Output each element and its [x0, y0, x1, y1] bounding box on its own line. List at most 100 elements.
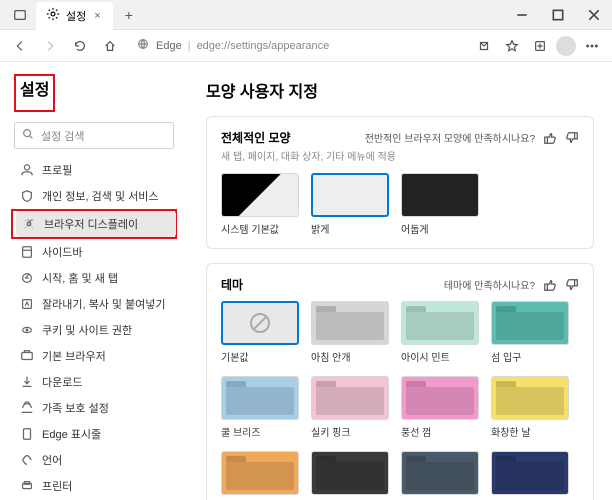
sidebar-item[interactable]: 개인 정보, 검색 및 서비스 — [14, 183, 174, 209]
sidebar-item[interactable]: 시작, 홈 및 새 탭 — [14, 265, 174, 291]
sidebar-item-icon — [22, 217, 36, 231]
none-icon — [250, 313, 270, 333]
tab-close-icon[interactable]: × — [92, 10, 102, 22]
overall-title: 전체적인 모양 — [221, 129, 291, 146]
sidebar-item[interactable]: 프로필 — [14, 157, 174, 183]
theme-option[interactable]: 기본값 — [221, 301, 299, 364]
appearance-option[interactable]: 어둡게 — [401, 173, 479, 236]
folder-icon — [402, 302, 478, 344]
theme-option-label: 실키 핑크 — [311, 424, 389, 439]
close-button[interactable] — [576, 0, 612, 30]
maximize-button[interactable] — [540, 0, 576, 30]
menu-button[interactable] — [580, 34, 604, 58]
sidebar-item[interactable]: 쿠키 및 사이트 권한 — [14, 317, 174, 343]
theme-option-label: 아침 안개 — [311, 349, 389, 364]
folder-icon — [492, 452, 568, 494]
sidebar-item[interactable]: 잘라내기, 복사 및 붙여넣기 — [14, 291, 174, 317]
sidebar-item[interactable]: 가족 보호 설정 — [14, 395, 174, 421]
new-tab-button[interactable]: + — [117, 7, 141, 23]
sidebar-item-label: 브라우저 디스플레이 — [44, 216, 138, 232]
sidebar-item-label: 기본 브라우저 — [42, 348, 106, 364]
theme-option[interactable]: 실키 핑크 — [311, 376, 389, 439]
theme-option[interactable]: 아침 안개 — [311, 301, 389, 364]
sidebar-item-icon — [20, 189, 34, 203]
sidebar-item-label: 가족 보호 설정 — [42, 400, 109, 416]
sidebar-item[interactable]: 기본 브라우저 — [14, 343, 174, 369]
sidebar-title: 설정 — [20, 76, 49, 100]
theme-option[interactable]: 달빛 — [491, 451, 569, 500]
folder-icon — [492, 377, 568, 419]
theme-option[interactable]: 풍선 껌 — [401, 376, 479, 439]
site-info-icon[interactable] — [136, 37, 150, 54]
theme-option-label: 아이시 민트 — [401, 349, 479, 364]
sidebar-item-icon — [20, 375, 34, 389]
sidebar-item[interactable]: 언어 — [14, 447, 174, 473]
theme-option-label: 쿨 브리즈 — [221, 424, 299, 439]
appearance-option-label: 시스템 기본값 — [221, 221, 299, 236]
folder-icon — [222, 377, 298, 419]
appearance-option[interactable]: 시스템 기본값 — [221, 173, 299, 236]
theme-option-label: 기본값 — [221, 349, 299, 364]
read-aloud-icon[interactable] — [472, 34, 496, 58]
settings-search[interactable]: 설정 검색 — [14, 122, 174, 149]
home-button[interactable] — [98, 34, 122, 58]
sidebar-item-label: 시작, 홈 및 새 탭 — [42, 270, 118, 286]
collections-icon[interactable] — [528, 34, 552, 58]
favorites-icon[interactable] — [500, 34, 524, 58]
folder-icon — [312, 452, 388, 494]
gear-icon — [46, 7, 60, 24]
browser-tab[interactable]: 설정 × — [36, 2, 113, 30]
url-text: edge://settings/appearance — [197, 40, 330, 52]
folder-icon — [492, 302, 568, 344]
sidebar-item-icon — [20, 427, 34, 441]
theme-option[interactable]: 아이시 민트 — [401, 301, 479, 364]
sidebar-item-icon — [20, 479, 34, 493]
theme-option[interactable]: 쿨 브리즈 — [221, 376, 299, 439]
sidebar-item-label: 프로필 — [42, 162, 72, 178]
url-scheme: Edge — [156, 40, 182, 52]
sidebar-item-icon — [20, 245, 34, 259]
tab-title: 설정 — [66, 8, 86, 24]
theme-option-label: 풍선 껌 — [401, 424, 479, 439]
thumbs-down-icon[interactable] — [565, 278, 579, 292]
theme-option[interactable]: 화창한 날 — [491, 376, 569, 439]
appearance-option-label: 어둡게 — [401, 221, 479, 236]
tab-actions-icon[interactable] — [8, 3, 32, 27]
thumbs-up-icon[interactable] — [543, 131, 557, 145]
overall-appearance-card: 전체적인 모양 전반적인 브라우저 모양에 만족하시나요? 새 탭, 페이지, … — [206, 116, 594, 249]
sidebar-item-icon — [20, 323, 34, 337]
thumbs-up-icon[interactable] — [543, 278, 557, 292]
theme-option-label: 화창한 날 — [491, 424, 569, 439]
sidebar-item-label: 개인 정보, 검색 및 서비스 — [42, 188, 158, 204]
theme-option[interactable]: 망고 천국 — [221, 451, 299, 500]
sidebar-item-label: 쿠키 및 사이트 권한 — [42, 322, 132, 338]
sidebar-item-icon — [20, 453, 34, 467]
appearance-option[interactable]: 밝게 — [311, 173, 389, 236]
theme-feedback-text: 테마에 만족하시나요? — [444, 277, 535, 292]
sidebar-item-icon — [20, 297, 34, 311]
address-bar[interactable]: Edge | edge://settings/appearance — [128, 34, 466, 57]
theme-option[interactable]: 섬 입구 — [491, 301, 569, 364]
profile-avatar[interactable] — [556, 36, 576, 56]
minimize-button[interactable] — [504, 0, 540, 30]
sidebar-item[interactable]: 사이드바 — [14, 239, 174, 265]
sidebar-item[interactable]: Edge 표시줄 — [14, 421, 174, 447]
sidebar-item-icon — [20, 271, 34, 285]
settings-main: 모양 사용자 지정 전체적인 모양 전반적인 브라우저 모양에 만족하시나요? … — [188, 62, 612, 500]
theme-option[interactable]: 어두운 폭풍 — [311, 451, 389, 500]
theme-option[interactable]: 멋진 슬레이트 — [401, 451, 479, 500]
folder-icon — [222, 452, 298, 494]
search-placeholder: 설정 검색 — [41, 128, 85, 144]
back-button[interactable] — [8, 34, 32, 58]
sidebar-item-icon — [20, 349, 34, 363]
thumbs-down-icon[interactable] — [565, 131, 579, 145]
sidebar-item[interactable]: 브라우저 디스플레이 — [16, 211, 176, 237]
sidebar-item[interactable]: 프린터 — [14, 473, 174, 499]
sidebar-item-label: 프린터 — [42, 478, 72, 494]
folder-icon — [312, 377, 388, 419]
folder-icon — [312, 302, 388, 344]
refresh-button[interactable] — [68, 34, 92, 58]
browser-toolbar: Edge | edge://settings/appearance — [0, 30, 612, 62]
sidebar-item[interactable]: 다운로드 — [14, 369, 174, 395]
forward-button[interactable] — [38, 34, 62, 58]
